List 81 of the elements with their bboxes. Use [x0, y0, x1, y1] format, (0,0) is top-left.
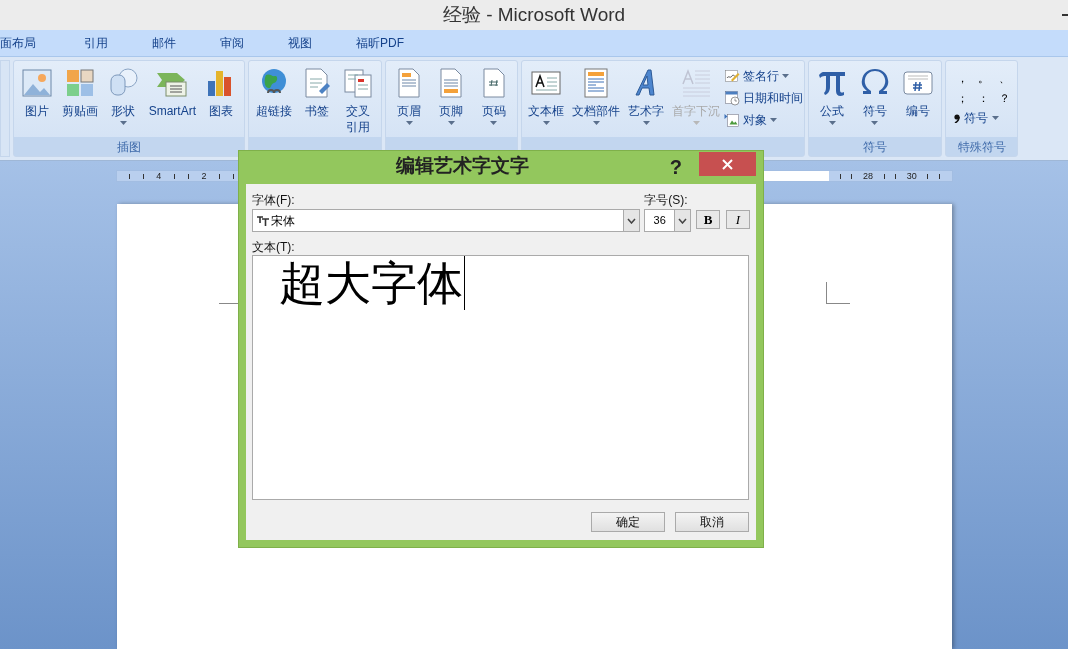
text-area[interactable]: 超大字体 — [252, 255, 749, 500]
help-button[interactable]: ? — [669, 151, 682, 182]
symbol-button[interactable]: ： — [975, 89, 991, 107]
dialog-title: 编辑艺术字文字 — [395, 154, 531, 179]
caret-icon — [448, 121, 455, 125]
margin-mark — [825, 282, 850, 304]
ribbon-button[interactable]: 符号 — [954, 109, 1009, 127]
caret-icon — [692, 121, 700, 125]
chevron-down-icon — [627, 217, 637, 224]
ribbon-tab[interactable]: 引用 — [62, 32, 130, 54]
ribbon-button[interactable]: 文本框 — [524, 63, 568, 125]
ribbon-button[interactable]: 文档部件 — [568, 63, 624, 125]
chevron-down-icon — [678, 217, 688, 224]
ribbon-tab[interactable]: 面布局 — [0, 32, 62, 54]
group-label: 符号 — [863, 138, 887, 156]
object-icon — [724, 112, 740, 128]
ribbon-button[interactable]: 形状 — [103, 63, 144, 125]
ribbon-tab[interactable]: 邮件 — [130, 32, 198, 54]
caret-icon — [490, 121, 498, 125]
ribbon-button[interactable]: 符号 — [855, 63, 895, 125]
comma-icon — [954, 113, 960, 123]
clipart-icon — [64, 67, 96, 99]
ribbon-button[interactable]: 交叉引用 — [338, 63, 379, 135]
drop-cap-icon — [680, 67, 712, 99]
ribbon-button[interactable]: 超链接 — [251, 63, 296, 119]
symbol-button[interactable]: ； — [954, 89, 970, 107]
ribbon-button[interactable]: 对象 — [724, 109, 803, 131]
caret-icon — [770, 118, 777, 122]
group-label: 特殊符号 — [957, 138, 1006, 156]
caret-icon — [119, 121, 127, 125]
shapes-icon — [107, 67, 140, 99]
close-button[interactable] — [699, 152, 756, 176]
dialog-button[interactable]: 确定 — [591, 512, 665, 532]
text-label: 文本(T): — [252, 239, 296, 255]
image-icon — [20, 67, 53, 99]
font-label: 字体(F): — [252, 192, 296, 208]
ribbon-button[interactable]: 页眉 — [389, 63, 430, 125]
ribbon-button[interactable]: 页码 — [473, 63, 514, 125]
ribbon-button[interactable]: 剪贴画 — [58, 63, 102, 119]
ribbon-button[interactable]: 编号 — [897, 63, 938, 119]
caret-icon — [542, 121, 550, 125]
dialog-button[interactable]: 取消 — [675, 512, 749, 532]
ribbon-button[interactable]: 书签 — [297, 63, 337, 119]
ribbon-tab[interactable]: 审阅 — [198, 32, 266, 54]
ruler-number: 2 — [201, 171, 207, 181]
font-dropdown[interactable]: 宋体 — [252, 209, 641, 232]
ribbon-button[interactable]: 公式 — [812, 63, 853, 125]
ribbon-tab[interactable]: 福昕PDF — [334, 32, 426, 54]
window-title: 经验 - Microsoft Word — [442, 2, 626, 27]
caret-icon — [782, 74, 789, 78]
caret-icon — [992, 116, 999, 120]
italic-button[interactable]: I — [726, 210, 750, 229]
bold-button[interactable]: B — [696, 210, 721, 229]
ruler-number: 28 — [863, 171, 874, 181]
caret-icon — [871, 121, 879, 125]
ruler-number: 4 — [156, 171, 162, 181]
caret-icon — [828, 121, 836, 125]
ribbon-button[interactable]: 图表 — [201, 63, 242, 119]
cross-reference-icon — [342, 67, 375, 99]
caret-icon — [405, 121, 413, 125]
caret-icon — [592, 121, 600, 125]
ribbon-button[interactable]: 日期和时间 — [724, 87, 803, 109]
ribbon-tab[interactable]: 视图 — [266, 32, 334, 54]
group-label: 插图 — [117, 138, 141, 156]
ribbon-button[interactable]: 签名行 — [724, 65, 803, 87]
ribbon-button[interactable]: 页脚 — [431, 63, 472, 125]
signature-icon — [724, 68, 740, 84]
ribbon-button[interactable]: 艺术字 — [624, 63, 668, 125]
symbol-button[interactable]: ？ — [996, 89, 1012, 107]
symbol-button[interactable]: ， — [954, 69, 970, 87]
font-type-icon — [257, 215, 270, 226]
calendar-icon — [724, 90, 740, 106]
close-icon — [722, 158, 733, 170]
ribbon-button[interactable]: 图片 — [16, 63, 57, 119]
symbol-button[interactable]: 、 — [996, 69, 1012, 87]
symbol-button[interactable]: 。 — [975, 69, 991, 87]
size-dropdown[interactable]: 36 — [644, 209, 692, 232]
size-label: 字号(S): — [644, 192, 689, 208]
ruler-number: 30 — [906, 171, 917, 181]
ribbon-button[interactable]: SmartArt — [144, 63, 200, 119]
caret-icon — [642, 121, 650, 125]
